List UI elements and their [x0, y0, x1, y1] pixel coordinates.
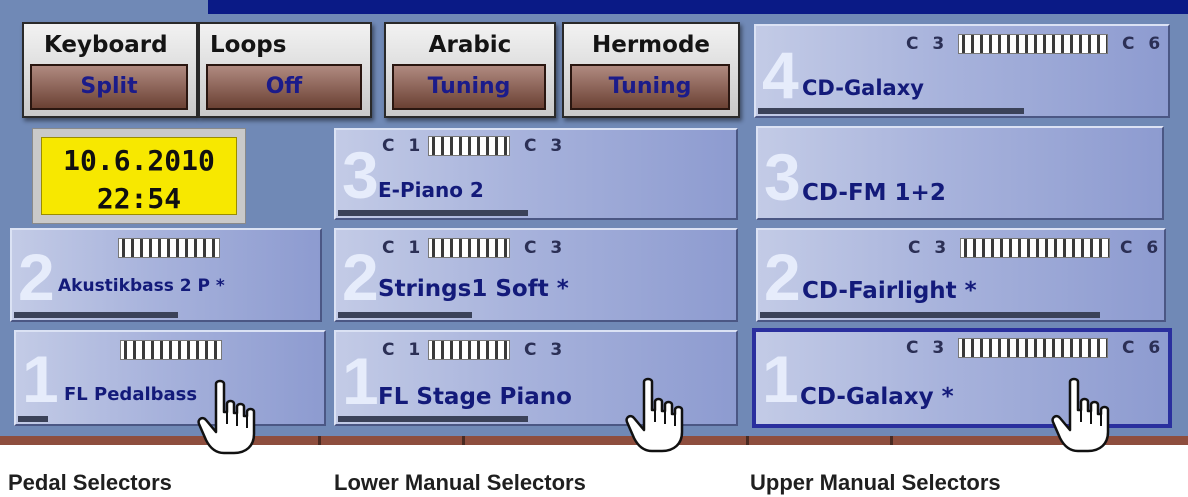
lower-selector-2-number: 2 — [342, 240, 379, 314]
hand-pointer-icon — [625, 377, 684, 453]
lower-selector-1-level — [338, 416, 528, 422]
keyboard-range-icon — [958, 34, 1108, 54]
loops-button-value: Off — [206, 64, 362, 110]
upper-range-high: C 6 — [1122, 34, 1165, 54]
upper-selector-4-sound: CD-Galaxy — [802, 76, 924, 100]
lower-selector-3-number: 3 — [342, 138, 379, 212]
arabic-tuning-button[interactable]: Arabic Tuning — [384, 22, 556, 118]
pedal-selector-2-level — [14, 312, 178, 318]
upper-selector-3[interactable]: 3 CD-FM 1+2 — [756, 126, 1164, 220]
upper-selector-3-number: 3 — [764, 140, 801, 214]
strip-divider — [462, 436, 465, 445]
arabic-button-title: Arabic — [428, 32, 512, 58]
upper-selector-1-number: 1 — [762, 342, 799, 416]
upper-range-low: C 3 — [908, 238, 951, 258]
bottom-strip — [0, 436, 1188, 445]
caption-upper-manual-selectors: Upper Manual Selectors — [750, 470, 1001, 495]
pedal-selector-1[interactable]: 1 FL Pedalbass — [14, 330, 326, 426]
upper-selector-3-sound: CD-FM 1+2 — [802, 180, 946, 206]
hand-pointer-icon — [197, 379, 256, 455]
arabic-button-value: Tuning — [392, 64, 546, 110]
upper-range-low: C 3 — [906, 34, 949, 54]
lower-selector-1-number: 1 — [342, 344, 379, 418]
hermode-button-title: Hermode — [591, 32, 711, 58]
upper-selector-1-sound: CD-Galaxy * — [800, 384, 954, 410]
strip-divider — [746, 436, 749, 445]
lower-range-low: C 1 — [382, 340, 425, 360]
keyboard-range-icon — [118, 238, 220, 258]
pedal-selector-1-number: 1 — [22, 342, 59, 416]
keyboard-button-value: Split — [30, 64, 188, 110]
upper-selector-4-level — [758, 108, 1024, 114]
lower-range-high: C 3 — [524, 136, 567, 156]
lower-range-high: C 3 — [524, 238, 567, 258]
keyboard-range-icon — [958, 338, 1108, 358]
upper-selector-2-number: 2 — [764, 240, 801, 314]
lower-selector-3-level — [338, 210, 528, 216]
date-text: 10.6.2010 — [63, 144, 215, 177]
loops-button-title: Loops — [210, 32, 287, 58]
caption-lower-manual-selectors: Lower Manual Selectors — [334, 470, 586, 495]
keyboard-range-icon — [428, 238, 510, 258]
upper-range-low: C 3 — [906, 338, 949, 358]
upper-range-high: C 6 — [1122, 338, 1165, 358]
keyboard-range-icon — [428, 340, 510, 360]
upper-selector-2-level — [760, 312, 1100, 318]
upper-selector-2-sound: CD-Fairlight * — [802, 278, 977, 304]
hermode-button-value: Tuning — [570, 64, 730, 110]
keyboard-button-title: Keyboard — [44, 32, 168, 58]
upper-selector-2[interactable]: C 3 C 6 2 CD-Fairlight * — [756, 228, 1166, 322]
lower-range-low: C 1 — [382, 136, 425, 156]
lower-selector-2[interactable]: C 1 C 3 2 Strings1 Soft * — [334, 228, 738, 322]
keyboard-range-icon — [428, 136, 510, 156]
keyboard-range-icon — [120, 340, 222, 360]
pedal-selector-1-sound: FL Pedalbass — [64, 384, 198, 405]
time-text: 22:54 — [96, 182, 182, 215]
pedal-selector-2[interactable]: 2 Akustikbass 2 P * — [10, 228, 322, 322]
lower-range-high: C 3 — [524, 340, 567, 360]
keyboard-split-button[interactable]: Keyboard Split — [22, 22, 198, 118]
hermode-tuning-button[interactable]: Hermode Tuning — [562, 22, 740, 118]
lower-selector-3-sound: E-Piano 2 — [378, 178, 484, 202]
upper-range-high: C 6 — [1120, 238, 1163, 258]
pedal-selector-2-number: 2 — [18, 240, 55, 314]
strip-divider — [318, 436, 321, 445]
upper-selector-4-number: 4 — [762, 38, 799, 112]
lower-range-low: C 1 — [382, 238, 425, 258]
pedal-selector-2-sound: Akustikbass 2 P * — [58, 276, 225, 296]
organ-display-screen: Keyboard Split Loops Off Arabic Tuning H… — [0, 0, 1188, 445]
lower-selector-2-level — [338, 312, 472, 318]
lower-selector-1-sound: FL Stage Piano — [378, 384, 572, 410]
datetime-display: 10.6.2010 22:54 — [32, 128, 246, 224]
clock-panel: 10.6.2010 22:54 — [41, 137, 237, 215]
keyboard-range-icon — [960, 238, 1110, 258]
pedal-selector-1-level — [18, 416, 48, 422]
lower-selector-2-sound: Strings1 Soft * — [378, 276, 569, 302]
lower-selector-3[interactable]: C 1 C 3 3 E-Piano 2 — [334, 128, 738, 220]
hand-pointer-icon — [1051, 377, 1110, 453]
strip-divider — [890, 436, 893, 445]
upper-selector-4[interactable]: C 3 C 6 4 CD-Galaxy — [754, 24, 1170, 118]
loops-off-button[interactable]: Loops Off — [198, 22, 372, 118]
top-title-bar — [208, 0, 1188, 14]
caption-pedal-selectors: Pedal Selectors — [8, 470, 172, 495]
